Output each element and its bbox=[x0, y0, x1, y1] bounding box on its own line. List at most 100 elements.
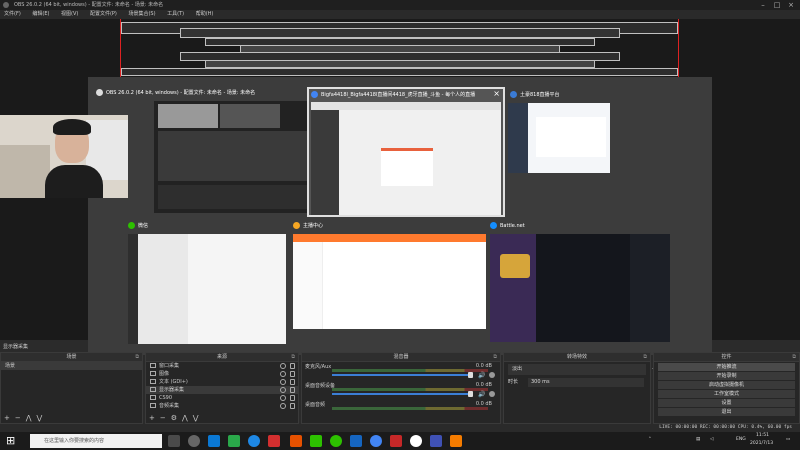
dock-float-icon[interactable]: ⧉ bbox=[643, 353, 647, 362]
task-view-icon[interactable] bbox=[168, 435, 180, 447]
add-icon[interactable]: + bbox=[4, 414, 10, 422]
speaker-icon[interactable]: 🔊 bbox=[478, 391, 485, 398]
duration-input[interactable]: 300 ms bbox=[528, 378, 644, 387]
app-icon[interactable] bbox=[390, 435, 402, 447]
lock-icon[interactable] bbox=[290, 363, 295, 369]
visibility-icon[interactable] bbox=[280, 379, 286, 385]
fader-handle[interactable] bbox=[468, 372, 473, 378]
exit-button[interactable]: 退出 bbox=[658, 408, 795, 416]
task-window-title: Bigfa4418l_Bigfa4418l直播间4418_虎牙直播_斗鱼 - 每… bbox=[321, 92, 476, 98]
controls-title: 控件 bbox=[721, 354, 732, 360]
volume-icon[interactable]: ◁ bbox=[710, 437, 713, 442]
app-icon[interactable] bbox=[228, 435, 240, 447]
visibility-icon[interactable] bbox=[280, 371, 286, 377]
scene-item[interactable]: 场景 bbox=[1, 362, 142, 370]
source-item[interactable]: 显示器采集 bbox=[146, 386, 298, 394]
task-window-wechat[interactable] bbox=[128, 234, 286, 344]
task-window-browser-selected[interactable]: Bigfa4418l_Bigfa4418l直播间4418_虎牙直播_斗鱼 - 每… bbox=[307, 87, 505, 217]
task-window-platform[interactable] bbox=[508, 103, 610, 173]
menu-view[interactable]: 视图(V) bbox=[61, 10, 78, 19]
dock-float-icon[interactable]: ⧉ bbox=[493, 353, 497, 362]
lock-icon[interactable] bbox=[290, 403, 295, 409]
app-icon[interactable] bbox=[268, 435, 280, 447]
studio-mode-button[interactable]: 工作室模式 bbox=[658, 390, 795, 398]
move-down-icon[interactable]: ⋁ bbox=[37, 414, 43, 422]
move-down-icon[interactable]: ⋁ bbox=[193, 414, 199, 422]
mixer-dock: 混音器 ⧉ 麦克风/Aux 0.0 dB 🔊 桌面音频设备 0.0 dB 🔊 桌面… bbox=[301, 352, 501, 424]
app-icon[interactable] bbox=[330, 435, 342, 447]
menu-scene-collection[interactable]: 场景集合(S) bbox=[128, 10, 155, 19]
explorer-icon[interactable] bbox=[208, 435, 220, 447]
move-up-icon[interactable]: ⋀ bbox=[26, 414, 32, 422]
dock-float-icon[interactable]: ⧉ bbox=[135, 353, 139, 362]
gear-icon[interactable] bbox=[489, 372, 495, 378]
app-icon[interactable] bbox=[430, 435, 442, 447]
source-item[interactable]: 图像 bbox=[146, 370, 298, 378]
visibility-icon[interactable] bbox=[280, 363, 286, 369]
app-icon[interactable] bbox=[290, 435, 302, 447]
taskbar-search[interactable]: 在这里输入你要搜索的内容 bbox=[30, 434, 162, 448]
task-window-obs[interactable] bbox=[154, 101, 320, 213]
lock-icon[interactable] bbox=[290, 371, 295, 377]
chrome-taskbar-icon[interactable] bbox=[370, 435, 382, 447]
app-icon[interactable] bbox=[410, 435, 422, 447]
volume-fader[interactable] bbox=[332, 374, 472, 376]
task-window-anchor-center[interactable] bbox=[293, 234, 486, 329]
app-icon bbox=[510, 91, 517, 98]
settings-icon[interactable]: ⚙ bbox=[171, 414, 177, 422]
visibility-icon[interactable] bbox=[280, 395, 286, 401]
app-icon[interactable] bbox=[450, 435, 462, 447]
network-icon[interactable]: ▤ bbox=[696, 437, 700, 442]
menu-edit[interactable]: 编辑(E) bbox=[32, 10, 49, 19]
lock-icon[interactable] bbox=[290, 387, 295, 393]
source-item[interactable]: 文本 (GDI+) bbox=[146, 378, 298, 386]
virtual-camera-button[interactable]: 启动虚拟摄像机 bbox=[658, 381, 795, 389]
start-recording-button[interactable]: 开始录制 bbox=[658, 372, 795, 380]
transition-select[interactable]: 淡出+− bbox=[508, 364, 664, 375]
add-icon[interactable]: + bbox=[149, 414, 155, 422]
wechat-taskbar-icon[interactable] bbox=[310, 435, 322, 447]
start-streaming-button[interactable]: 开始推流 bbox=[658, 363, 795, 371]
start-icon[interactable]: ⊞ bbox=[6, 434, 22, 448]
remove-icon[interactable]: − bbox=[15, 414, 21, 422]
remove-icon[interactable]: − bbox=[160, 414, 166, 422]
clock-time[interactable]: 11:51 bbox=[756, 433, 769, 438]
task-window-battlenet[interactable] bbox=[490, 234, 670, 342]
tray-expand-icon[interactable]: ⌃ bbox=[648, 437, 652, 442]
gear-icon[interactable] bbox=[489, 391, 495, 397]
settings-button[interactable]: 设置 bbox=[658, 399, 795, 407]
menu-help[interactable]: 帮助(H) bbox=[196, 10, 214, 19]
source-item[interactable]: 音频采集 bbox=[146, 402, 298, 410]
dock-float-icon[interactable]: ⧉ bbox=[792, 353, 796, 362]
source-item[interactable]: 窗口采集 bbox=[146, 362, 298, 370]
lock-icon[interactable] bbox=[290, 379, 295, 385]
language-indicator[interactable]: ENG bbox=[736, 437, 746, 442]
maximize-icon[interactable]: □ bbox=[770, 0, 784, 10]
obs-taskbar-icon[interactable] bbox=[188, 435, 200, 447]
edge-icon[interactable] bbox=[248, 435, 260, 447]
minimize-icon[interactable]: – bbox=[756, 0, 770, 10]
dock-float-icon[interactable]: ⧉ bbox=[291, 353, 295, 362]
clock-date[interactable]: 2021/7/13 bbox=[750, 441, 773, 446]
notification-icon[interactable]: ▭ bbox=[786, 437, 790, 442]
menu-file[interactable]: 文件(F) bbox=[4, 10, 21, 19]
fader-handle[interactable] bbox=[468, 391, 473, 397]
speaker-icon[interactable]: 🔊 bbox=[478, 372, 485, 379]
nested-preview bbox=[180, 28, 620, 38]
visibility-icon[interactable] bbox=[280, 387, 286, 393]
source-item[interactable]: CS90 bbox=[146, 394, 298, 402]
menu-tools[interactable]: 工具(T) bbox=[167, 10, 184, 19]
camera-icon bbox=[150, 395, 156, 400]
app-icon[interactable] bbox=[350, 435, 362, 447]
status-bar: LIVE: 00:00:00 REC: 00:00:00 CPU: 0.4%, … bbox=[0, 424, 800, 432]
scenes-dock: 场景 ⧉ 场景 + − ⋀ ⋁ bbox=[0, 352, 143, 424]
close-icon[interactable]: × bbox=[784, 0, 798, 10]
menu-profile[interactable]: 配置文件(P) bbox=[90, 10, 117, 19]
volume-fader[interactable] bbox=[332, 393, 472, 395]
close-icon[interactable]: × bbox=[493, 89, 500, 98]
webcam-feed bbox=[0, 115, 128, 198]
move-up-icon[interactable]: ⋀ bbox=[182, 414, 188, 422]
channel-name: 桌面音频 bbox=[305, 402, 326, 408]
visibility-icon[interactable] bbox=[280, 403, 286, 409]
lock-icon[interactable] bbox=[290, 395, 295, 401]
